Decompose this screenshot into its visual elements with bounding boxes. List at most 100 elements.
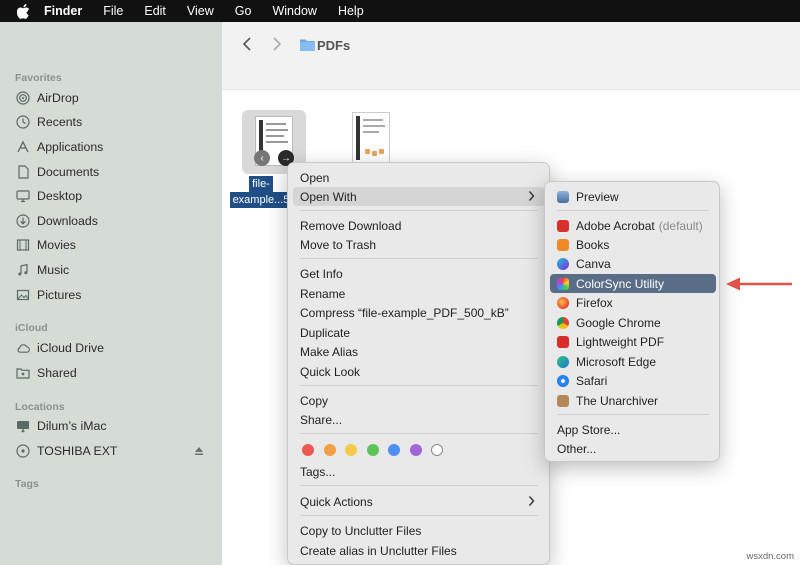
sidebar-item-label: Recents bbox=[37, 115, 83, 129]
menu-separator bbox=[557, 414, 709, 415]
menu-separator bbox=[300, 515, 538, 516]
open-with-submenu: Preview Adobe Acrobat (default) Books Ca… bbox=[544, 181, 720, 462]
sidebar-item-desktop[interactable]: Desktop bbox=[16, 186, 212, 206]
sidebar-item-pictures[interactable]: Pictures bbox=[16, 285, 212, 305]
menu-bar: Finder File Edit View Go Window Help bbox=[0, 0, 800, 22]
tag-yellow[interactable] bbox=[345, 444, 357, 456]
sidebar-section-icloud: iCloud bbox=[15, 322, 48, 334]
apple-logo-icon[interactable] bbox=[14, 3, 32, 19]
sidebar-item-toshiba-ext[interactable]: TOSHIBA EXT bbox=[16, 441, 212, 461]
download-icon bbox=[16, 214, 30, 228]
menu-go[interactable]: Go bbox=[235, 4, 252, 18]
app-item-label: The Unarchiver bbox=[576, 393, 659, 408]
sidebar-item-label: Documents bbox=[37, 165, 100, 179]
app-item-safari[interactable]: Safari bbox=[550, 371, 716, 390]
file-icon[interactable] bbox=[352, 112, 392, 168]
menu-window[interactable]: Window bbox=[272, 4, 316, 18]
app-item-label: Google Chrome bbox=[576, 315, 661, 330]
menu-separator bbox=[300, 485, 538, 486]
menu-help[interactable]: Help bbox=[338, 4, 364, 18]
app-item-label: Canva bbox=[576, 256, 611, 271]
back-icon[interactable] bbox=[242, 36, 252, 55]
app-item-label: Firefox bbox=[576, 295, 613, 310]
menu-item-compress[interactable]: Compress “file-example_PDF_500_kB” bbox=[293, 303, 545, 322]
canva-app-icon bbox=[557, 257, 569, 270]
app-item-colorsync-utility[interactable]: ColorSync Utility bbox=[550, 274, 716, 293]
app-item-canva[interactable]: Canva bbox=[550, 254, 716, 273]
sidebar-item-airdrop[interactable]: AirDrop bbox=[16, 88, 212, 108]
tag-purple[interactable] bbox=[409, 444, 422, 456]
preview-app-icon bbox=[557, 190, 569, 203]
sidebar: Favorites AirDrop Recents Applications D… bbox=[0, 22, 222, 565]
app-item-books[interactable]: Books bbox=[550, 235, 716, 254]
sidebar-item-recents[interactable]: Recents bbox=[16, 112, 212, 132]
app-item-firefox[interactable]: Firefox bbox=[550, 293, 716, 312]
app-item-preview[interactable]: Preview bbox=[550, 187, 716, 206]
quick-look-icon[interactable]: ‹ bbox=[254, 150, 270, 166]
music-note-icon bbox=[16, 263, 30, 277]
menu-item-get-info[interactable]: Get Info bbox=[293, 264, 545, 283]
menu-item-open[interactable]: Open bbox=[293, 168, 545, 187]
menu-item-move-to-trash[interactable]: Move to Trash bbox=[293, 235, 545, 254]
tag-orange[interactable] bbox=[323, 444, 336, 456]
menu-item-copy-to-unclutter[interactable]: Copy to Unclutter Files bbox=[293, 521, 545, 540]
lightweight-pdf-app-icon bbox=[557, 335, 569, 348]
tag-blue[interactable] bbox=[388, 444, 400, 456]
menu-edit[interactable]: Edit bbox=[144, 4, 166, 18]
app-item-label: ColorSync Utility bbox=[576, 276, 665, 291]
app-item-other[interactable]: Other... bbox=[550, 439, 716, 458]
sidebar-item-label: Music bbox=[37, 263, 70, 277]
tag-gray[interactable] bbox=[431, 444, 443, 456]
menu-item-make-alias[interactable]: Make Alias bbox=[293, 342, 545, 361]
menu-item-remove-download[interactable]: Remove Download bbox=[293, 216, 545, 235]
sidebar-item-label: Movies bbox=[37, 238, 76, 252]
sidebar-item-movies[interactable]: Movies bbox=[16, 235, 212, 255]
folder-icon bbox=[300, 38, 315, 54]
app-item-label: Safari bbox=[576, 373, 608, 388]
tag-red[interactable] bbox=[302, 444, 314, 456]
menu-item-rename[interactable]: Rename bbox=[293, 284, 545, 303]
sidebar-item-music[interactable]: Music bbox=[16, 260, 212, 280]
app-item-app-store[interactable]: App Store... bbox=[550, 420, 716, 439]
menu-separator bbox=[300, 385, 538, 386]
menu-item-quick-look[interactable]: Quick Look bbox=[293, 362, 545, 381]
app-item-google-chrome[interactable]: Google Chrome bbox=[550, 313, 716, 332]
sidebar-item-downloads[interactable]: Downloads bbox=[16, 211, 212, 231]
sidebar-item-imac[interactable]: Dilum’s iMac bbox=[16, 416, 212, 436]
forward-icon[interactable] bbox=[272, 36, 282, 55]
menu-item-copy[interactable]: Copy bbox=[293, 391, 545, 410]
sidebar-item-shared[interactable]: Shared bbox=[16, 363, 212, 383]
menu-view[interactable]: View bbox=[187, 4, 214, 18]
film-icon bbox=[16, 238, 30, 252]
menu-item-open-with[interactable]: Open With bbox=[293, 187, 545, 206]
app-item-lightweight-pdf[interactable]: Lightweight PDF bbox=[550, 332, 716, 351]
photo-icon bbox=[16, 288, 30, 302]
toolbar: PDFs bbox=[222, 22, 800, 90]
eject-icon[interactable] bbox=[194, 445, 204, 459]
app-item-microsoft-edge[interactable]: Microsoft Edge bbox=[550, 352, 716, 371]
sidebar-item-icloud-drive[interactable]: iCloud Drive bbox=[16, 338, 212, 358]
menu-file[interactable]: File bbox=[103, 4, 123, 18]
shared-folder-icon bbox=[16, 366, 30, 380]
tag-green[interactable] bbox=[366, 444, 379, 456]
sidebar-item-documents[interactable]: Documents bbox=[16, 162, 212, 182]
menu-item-tags[interactable]: Tags... bbox=[293, 462, 545, 481]
sidebar-item-applications[interactable]: Applications bbox=[16, 137, 212, 157]
file-name-label[interactable]: file- example...5 bbox=[226, 176, 296, 208]
chrome-app-icon bbox=[557, 316, 569, 329]
red-arrow-icon bbox=[726, 277, 792, 291]
app-item-label: Preview bbox=[576, 189, 619, 204]
menu-finder[interactable]: Finder bbox=[44, 4, 82, 18]
menu-item-create-alias-unclutter[interactable]: Create alias in Unclutter Files bbox=[293, 541, 545, 560]
menu-item-quick-actions[interactable]: Quick Actions bbox=[293, 492, 545, 511]
menu-item-duplicate[interactable]: Duplicate bbox=[293, 323, 545, 342]
sidebar-item-label: AirDrop bbox=[37, 91, 79, 105]
sidebar-item-label: Downloads bbox=[37, 214, 98, 228]
app-item-adobe-acrobat[interactable]: Adobe Acrobat (default) bbox=[550, 216, 716, 235]
menu-separator bbox=[300, 433, 538, 434]
app-item-the-unarchiver[interactable]: The Unarchiver bbox=[550, 391, 716, 410]
watermark: wsxdn.com bbox=[746, 551, 794, 562]
menu-item-share[interactable]: Share... bbox=[293, 410, 545, 429]
chevron-right-icon bbox=[528, 495, 535, 510]
sidebar-item-label: Desktop bbox=[37, 189, 83, 203]
